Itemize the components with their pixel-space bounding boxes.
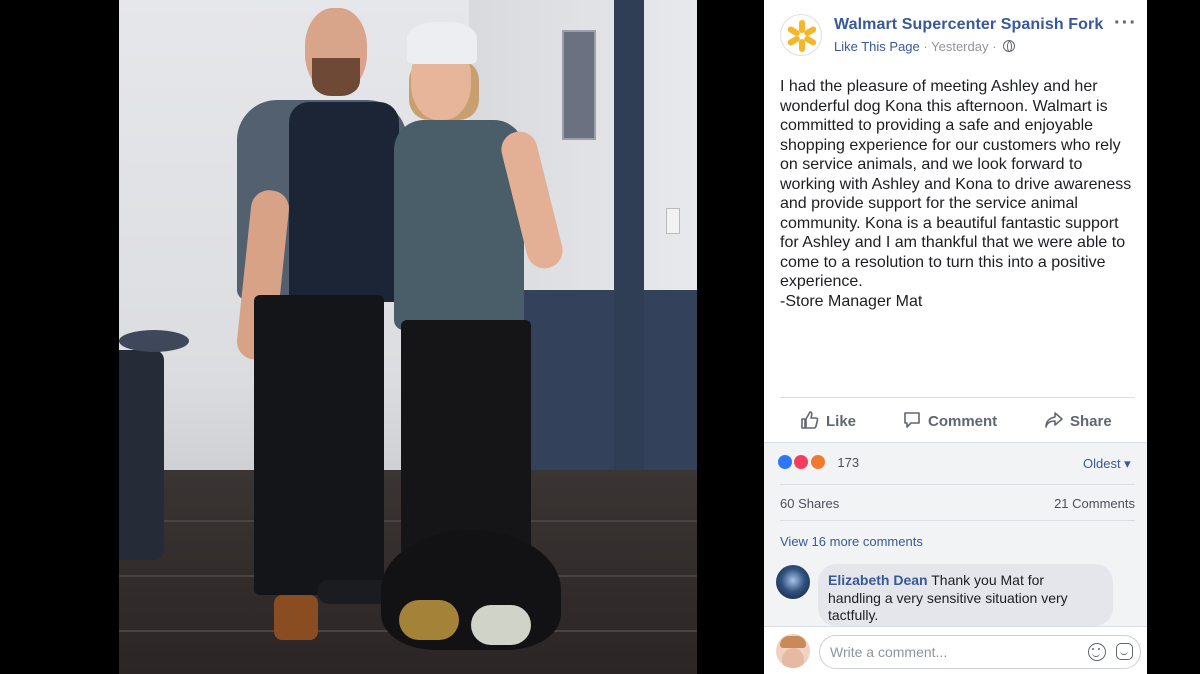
avatar	[776, 634, 810, 668]
photo-man-shoe	[274, 595, 318, 640]
photo-mirror	[562, 30, 596, 140]
photo-woman-cap	[407, 22, 477, 64]
comment-icon	[904, 412, 920, 428]
share-icon	[1045, 412, 1063, 428]
meta-separator: ·	[992, 39, 997, 54]
love-reaction-icon	[792, 453, 811, 471]
post-timestamp[interactable]: Yesterday	[931, 39, 988, 54]
like-page-link[interactable]: Like This Page	[834, 39, 920, 54]
photo-dog-paw	[399, 600, 459, 640]
like-reaction-icon	[776, 453, 794, 471]
post-body-line: wonderful dog Kona this afternoon. Walma…	[780, 97, 1108, 115]
more-icon[interactable]: ···	[1114, 12, 1137, 35]
post-meta: Like This Page · Yesterday ·	[834, 39, 1016, 54]
photo-door-frame	[614, 0, 644, 500]
comments-section: 173 Oldest ▾ 60 Shares 21 Comments View …	[764, 442, 1147, 674]
sticker-icon[interactable]	[1116, 643, 1133, 660]
comment-bubble: Elizabeth Dean Thank you Mat for handlin…	[818, 564, 1113, 626]
divider	[780, 520, 1135, 521]
post-body: I had the pleasure of meeting Ashley and…	[780, 77, 1132, 311]
post-body-line: working with Ashley and Kona to drive aw…	[780, 175, 1132, 193]
comment-text: handling a very sensitive situation very	[828, 589, 1068, 606]
comment-author[interactable]: Elizabeth Dean	[828, 572, 928, 588]
reactions-summary[interactable]: 173	[776, 453, 859, 475]
post-body-line: committed to providing a safe and enjoya…	[780, 117, 1094, 134]
comment-button-label: Comment	[928, 413, 998, 430]
angry-reaction-icon	[808, 453, 827, 471]
like-button-label: Like	[826, 413, 857, 430]
post-header: Walmart Supercenter Spanish Fork Like Th…	[764, 0, 1147, 70]
comment-button[interactable]: Comment	[902, 410, 997, 430]
like-thumb-icon	[801, 411, 819, 429]
photo-table	[119, 330, 189, 352]
post-body-line: experience.	[780, 273, 863, 290]
comment-composer	[764, 626, 1147, 674]
like-button[interactable]: Like	[800, 410, 856, 430]
comments-count[interactable]: 21 Comments	[1054, 496, 1135, 511]
emoji-icon[interactable]	[1088, 643, 1106, 661]
post-body-line: shopping experience for our customers wh…	[780, 136, 1121, 154]
view-more-comments-link[interactable]: View 16 more comments	[780, 534, 923, 549]
page-name-link[interactable]: Walmart Supercenter Spanish Fork	[834, 16, 1103, 34]
post-actions: Like Comment Share	[780, 397, 1135, 442]
comment-sort-dropdown[interactable]: Oldest ▾	[1083, 456, 1131, 472]
post-body-line: and provide support for the service anim…	[780, 195, 1078, 212]
post-panel: Walmart Supercenter Spanish Fork Like Th…	[764, 0, 1147, 674]
walmart-spark-icon[interactable]	[780, 14, 822, 56]
post-body-line: come to a resolution to turn this into a…	[780, 253, 1106, 271]
photo-man-vest	[289, 102, 399, 302]
post-photo[interactable]	[119, 0, 697, 674]
globe-icon[interactable]	[1003, 40, 1016, 52]
share-button[interactable]: Share	[1044, 410, 1112, 430]
comment-text: Thank you Mat for	[931, 572, 1045, 588]
post-body-signature: -Store Manager Mat	[780, 292, 923, 310]
photo-light-switch	[666, 208, 680, 234]
photo-man-pants	[254, 295, 384, 595]
photo-chair	[119, 350, 164, 560]
avatar[interactable]	[776, 565, 810, 599]
photo-man-beard	[312, 58, 360, 96]
share-button-label: Share	[1070, 413, 1112, 430]
photo-woman-sandal	[471, 605, 531, 645]
divider	[780, 484, 1135, 485]
reaction-count: 173	[837, 454, 860, 470]
post-body-line: for Ashley and I am thankful that we wer…	[780, 234, 1126, 251]
shares-count[interactable]: 60 Shares	[780, 496, 839, 511]
post-body-line: community. Kona is a beautiful fantastic…	[780, 214, 1119, 232]
post-body-line: on service animals, and we look forward …	[780, 156, 1083, 173]
comment-text: tactfully.	[828, 607, 879, 623]
post-body-line: I had the pleasure of meeting Ashley and…	[780, 78, 1098, 95]
meta-separator: ·	[923, 39, 928, 54]
